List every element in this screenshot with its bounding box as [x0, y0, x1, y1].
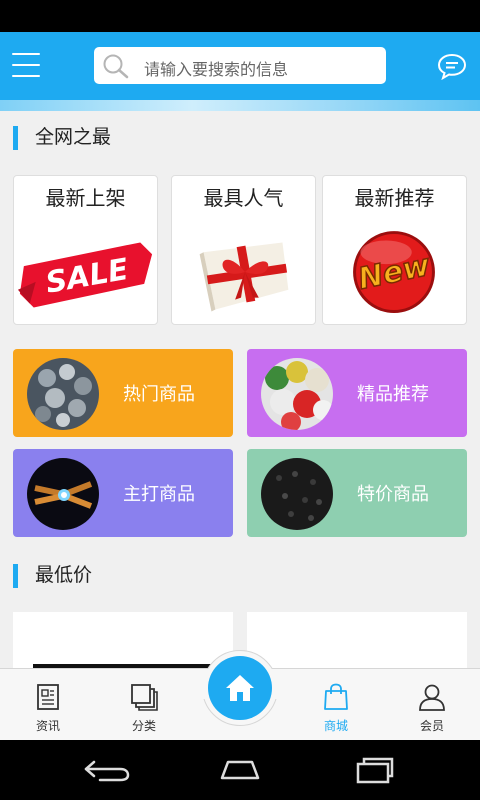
nav-label: 会员: [419, 719, 444, 733]
recent-apps-icon[interactable]: [346, 754, 402, 786]
nav-item-category[interactable]: 分类: [96, 669, 192, 741]
news-icon: [37, 684, 59, 710]
lowprice-product-card[interactable]: [13, 612, 233, 672]
card-label: 最具人气: [203, 186, 284, 210]
svg-text:SALE: SALE: [43, 252, 131, 300]
card-latest-recommended[interactable]: 最新推荐 New: [322, 175, 467, 325]
section-marker: [13, 126, 18, 150]
section-title-text: 全网之最: [35, 126, 112, 148]
category-thumbnail: [261, 458, 333, 530]
category-special-price[interactable]: 特价商品: [247, 449, 467, 537]
category-label: 精品推荐: [357, 384, 429, 405]
section-marker: [13, 564, 18, 588]
search-placeholder: 请输入要搜索的信息: [144, 60, 289, 79]
card-label: 最新推荐: [354, 186, 435, 210]
chat-bubble-icon[interactable]: [437, 52, 467, 80]
system-navigation-bar: [0, 740, 480, 800]
card-most-popular[interactable]: 最具人气: [171, 175, 316, 325]
nav-label: 分类: [131, 719, 156, 733]
card-latest-arrivals[interactable]: 最新上架 SALE: [13, 175, 158, 325]
section-title-text: 最低价: [35, 564, 93, 586]
new-badge-icon: New: [353, 231, 435, 313]
home-button[interactable]: [208, 656, 272, 720]
category-label: 主打商品: [123, 484, 195, 505]
category-thumbnail: [261, 358, 333, 430]
header-banner-strip: [0, 100, 480, 111]
home-icon: [226, 675, 254, 701]
category-hot-products[interactable]: 热门商品: [13, 349, 233, 437]
category-thumbnail: [27, 458, 99, 530]
nav-label: 商城: [323, 719, 348, 733]
category-main-products[interactable]: 主打商品: [13, 449, 233, 537]
gift-box-icon: [199, 242, 289, 312]
status-bar: [0, 0, 480, 32]
user-icon: [419, 684, 445, 711]
search-input[interactable]: 请输入要搜索的信息: [94, 47, 386, 84]
card-label: 最新上架: [45, 186, 126, 210]
sale-tag-icon: SALE: [17, 242, 153, 308]
lowprice-product-card[interactable]: [247, 612, 467, 672]
home-system-icon[interactable]: [212, 754, 268, 786]
search-icon: [103, 54, 129, 79]
nav-item-news[interactable]: 资讯: [0, 669, 96, 741]
category-thumbnail: [27, 358, 99, 430]
category-featured[interactable]: 精品推荐: [247, 349, 467, 437]
menu-button[interactable]: [12, 52, 40, 78]
back-icon[interactable]: [80, 754, 136, 786]
nav-item-mall[interactable]: 商城: [288, 669, 384, 741]
category-icon: [131, 684, 158, 711]
nav-label: 资讯: [35, 719, 60, 733]
category-label: 热门商品: [123, 384, 195, 405]
nav-item-member[interactable]: 会员: [384, 669, 480, 741]
shopping-bag-icon: [324, 683, 348, 710]
category-label: 特价商品: [357, 484, 429, 505]
